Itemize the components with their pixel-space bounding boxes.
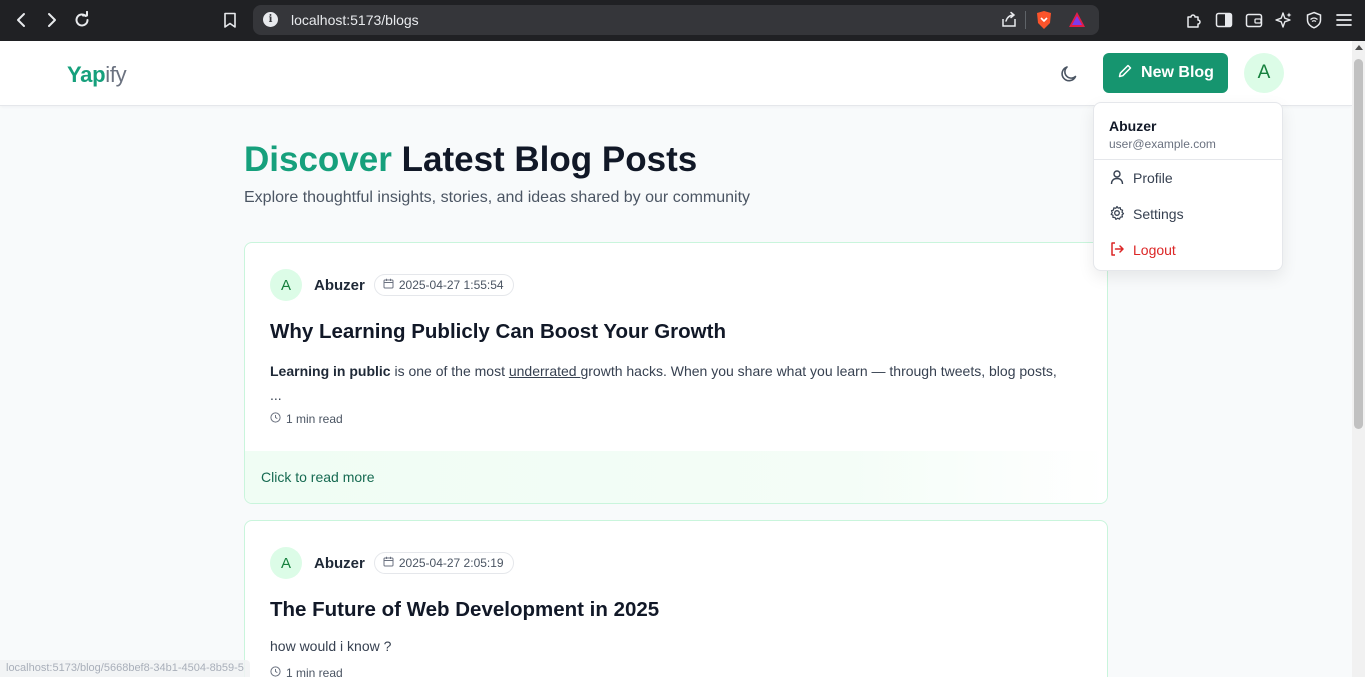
post-date: 2025-04-27 2:05:19	[398, 556, 504, 570]
menu-item-label: Settings	[1133, 206, 1184, 222]
reload-icon[interactable]	[70, 8, 94, 32]
bookmark-icon[interactable]	[218, 8, 242, 32]
address-bar[interactable]: i localhost:5173/blogs	[253, 5, 1099, 35]
page-title: Discover Latest Blog Posts	[244, 140, 697, 180]
dropdown-user-email: user@example.com	[1109, 137, 1216, 151]
logout-icon	[1109, 241, 1125, 260]
menu-item-logout[interactable]: Logout	[1109, 240, 1176, 260]
forward-icon[interactable]	[39, 8, 63, 32]
new-blog-label: New Blog	[1141, 64, 1214, 81]
post-meta: A Abuzer 2025-04-27 1:55:54	[270, 269, 514, 301]
wallet-icon[interactable]	[1243, 9, 1265, 31]
menu-item-label: Profile	[1133, 170, 1173, 186]
app-header: Yapify New Blog A	[0, 41, 1352, 106]
author-avatar: A	[270, 547, 302, 579]
brave-shield-icon[interactable]	[1035, 10, 1053, 30]
read-time-text: 1 min read	[286, 666, 343, 677]
excerpt-bold: Learning in public	[270, 363, 391, 379]
browser-toolbar: i localhost:5173/blogs	[0, 0, 1365, 41]
menu-item-label: Logout	[1133, 242, 1176, 258]
post-excerpt: Learning in public is one of the most un…	[270, 359, 1070, 407]
menu-item-profile[interactable]: Profile	[1109, 168, 1173, 188]
page-scrollbar[interactable]	[1352, 41, 1365, 677]
new-blog-button[interactable]: New Blog	[1103, 53, 1228, 93]
date-badge: 2025-04-27 2:05:19	[373, 552, 514, 574]
brave-rewards-icon[interactable]	[1068, 11, 1086, 28]
post-title[interactable]: Why Learning Publicly Can Boost Your Gro…	[270, 320, 726, 344]
user-icon	[1109, 169, 1125, 188]
clock-icon	[270, 412, 281, 426]
user-dropdown-menu: Abuzer user@example.com Profile Settings…	[1093, 102, 1283, 271]
post-date: 2025-04-27 1:55:54	[398, 278, 504, 292]
url-text: localhost:5173/blogs	[291, 12, 419, 28]
browser-status-url: localhost:5173/blog/5668bef8-34b1-4504-8…	[0, 660, 250, 677]
scroll-up-icon[interactable]	[1355, 45, 1363, 50]
blog-card[interactable]: A Abuzer 2025-04-27 1:55:54 Why Learning…	[244, 242, 1108, 504]
user-avatar[interactable]: A	[1244, 53, 1284, 93]
author-name: Abuzer	[314, 554, 365, 572]
menu-item-settings[interactable]: Settings	[1109, 204, 1184, 224]
read-time-text: 1 min read	[286, 412, 343, 426]
page-title-rest: Latest Blog Posts	[391, 140, 698, 179]
pencil-icon	[1117, 63, 1133, 84]
menu-icon[interactable]	[1333, 9, 1355, 31]
post-excerpt: how would i know ?	[270, 638, 392, 654]
logo-bold: Yap	[67, 62, 106, 87]
read-more-link[interactable]: Click to read more	[245, 451, 1107, 503]
date-badge: 2025-04-27 1:55:54	[373, 274, 514, 296]
author-avatar: A	[270, 269, 302, 301]
calendar-icon	[383, 278, 394, 292]
scrollbar-thumb[interactable]	[1354, 59, 1363, 429]
read-time: 1 min read	[270, 412, 343, 426]
excerpt-ellipsis: ...	[270, 387, 282, 403]
back-icon[interactable]	[10, 8, 34, 32]
sidebar-icon[interactable]	[1213, 9, 1235, 31]
leo-ai-icon[interactable]	[1273, 9, 1295, 31]
page-subtitle: Explore thoughtful insights, stories, an…	[244, 189, 751, 206]
site-info-icon[interactable]: i	[263, 12, 278, 27]
divider	[1094, 159, 1282, 160]
page-title-accent: Discover	[244, 140, 392, 179]
author-name: Abuzer	[314, 276, 365, 294]
post-title[interactable]: The Future of Web Development in 2025	[270, 598, 659, 622]
excerpt-text: is one of the most	[390, 363, 509, 379]
blog-card[interactable]: A Abuzer 2025-04-27 2:05:19 The Future o…	[244, 520, 1108, 677]
post-meta: A Abuzer 2025-04-27 2:05:19	[270, 547, 514, 579]
clock-icon	[270, 666, 281, 677]
logo[interactable]: Yapify	[67, 62, 127, 88]
logo-light: ify	[105, 62, 127, 87]
read-time: 1 min read	[270, 666, 343, 677]
calendar-icon	[383, 556, 394, 570]
vpn-icon[interactable]	[1303, 9, 1325, 31]
share-icon[interactable]	[1000, 11, 1018, 29]
divider	[1025, 11, 1026, 29]
gear-icon	[1109, 205, 1125, 224]
extensions-icon[interactable]	[1183, 9, 1205, 31]
moon-icon[interactable]	[1056, 61, 1082, 87]
excerpt-underline: underrated	[508, 363, 581, 379]
excerpt-text-rest: growth hacks. When you share what you le…	[580, 363, 1057, 379]
dropdown-user-name: Abuzer	[1109, 118, 1157, 134]
